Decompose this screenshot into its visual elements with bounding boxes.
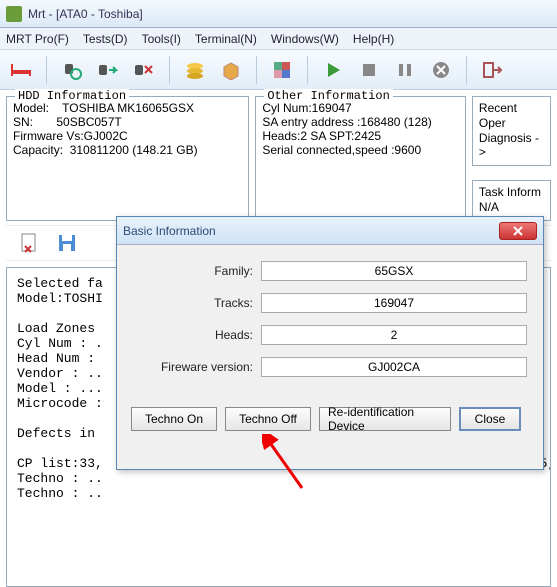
tracks-value: 169047 <box>261 293 527 313</box>
tracks-label: Tracks: <box>133 296 253 310</box>
hdd-info-panel: HDD Information Model: TOSHIBA MK16065GS… <box>6 96 249 221</box>
info-panels: HDD Information Model: TOSHIBA MK16065GS… <box>0 90 557 223</box>
task-info-panel: Task Inform N/A <box>472 180 551 221</box>
menu-windows[interactable]: Windows(W) <box>271 32 339 46</box>
save-icon[interactable] <box>54 230 80 256</box>
dialog-body: Family: 65GSX Tracks: 169047 Heads: 2 Fi… <box>117 245 543 399</box>
cancel-icon[interactable] <box>428 57 454 83</box>
fw-label: Fireware version: <box>133 360 253 374</box>
stop-icon[interactable] <box>356 57 382 83</box>
box-icon[interactable] <box>218 57 244 83</box>
heads-value: 2 <box>261 325 527 345</box>
other-sa: SA entry address :168480 (128) <box>262 115 459 129</box>
hdd-fw-label: Firmware Vs: <box>13 129 84 143</box>
other-legend: Other Information <box>264 89 392 103</box>
plug-connect-icon[interactable] <box>95 57 121 83</box>
main-toolbar <box>0 50 557 90</box>
pause-icon[interactable] <box>392 57 418 83</box>
family-label: Family: <box>133 264 253 278</box>
recent-line: Diagnosis -> <box>479 131 544 159</box>
dialog-buttons: Techno On Techno Off Re-identification D… <box>117 399 543 431</box>
hdd-sn-label: SN: <box>13 115 33 129</box>
other-serial: Serial connected,speed :9600 <box>262 143 459 157</box>
dialog-title: Basic Information <box>123 224 216 238</box>
menu-tests[interactable]: Tests(D) <box>83 32 128 46</box>
menu-bar: MRT Pro(F) Tests(D) Tools(I) Terminal(N)… <box>0 28 557 50</box>
plug-disconnect-icon[interactable] <box>131 57 157 83</box>
dialog-close-button[interactable] <box>499 222 537 240</box>
disk-stack-icon[interactable] <box>182 57 208 83</box>
hdd-sn-value: 50SBC057T <box>56 115 121 129</box>
doc-delete-icon[interactable] <box>16 230 42 256</box>
menu-mrt-pro[interactable]: MRT Pro(F) <box>6 32 69 46</box>
other-info-panel: Other Information Cyl Num:169047 SA entr… <box>255 96 466 221</box>
window-title: Mrt - [ATA0 - Toshiba] <box>28 7 143 21</box>
other-cyl: Cyl Num:169047 <box>262 101 459 115</box>
dialog-title-bar[interactable]: Basic Information <box>117 217 543 245</box>
hdd-model-label: Model: <box>13 101 49 115</box>
app-icon <box>6 6 22 22</box>
other-heads: Heads:2 SA SPT:2425 <box>262 129 459 143</box>
plug-refresh-icon[interactable] <box>59 57 85 83</box>
hdd-fw-value: GJ002C <box>84 129 128 143</box>
menu-tools[interactable]: Tools(I) <box>142 32 181 46</box>
recent-oper-panel: Recent Oper Diagnosis -> <box>472 96 551 166</box>
basic-info-dialog: Basic Information Family: 65GSX Tracks: … <box>116 216 544 470</box>
heads-label: Heads: <box>133 328 253 342</box>
hdd-legend: HDD Information <box>15 89 129 103</box>
hdd-model-value: TOSHIBA MK16065GSX <box>62 101 194 115</box>
menu-terminal[interactable]: Terminal(N) <box>195 32 257 46</box>
task-legend: Task Inform <box>479 185 541 199</box>
techno-off-button[interactable]: Techno Off <box>225 407 311 431</box>
techno-on-button[interactable]: Techno On <box>131 407 217 431</box>
reidentification-button[interactable]: Re-identification Device <box>319 407 451 431</box>
hdd-cap-value: 310811200 (148.21 GB) <box>70 143 198 157</box>
task-line: N/A <box>479 200 544 214</box>
family-value: 65GSX <box>261 261 527 281</box>
play-icon[interactable] <box>320 57 346 83</box>
bed-icon[interactable] <box>8 57 34 83</box>
exit-icon[interactable] <box>479 57 505 83</box>
title-bar: Mrt - [ATA0 - Toshiba] <box>0 0 557 28</box>
puzzle-icon[interactable] <box>269 57 295 83</box>
close-icon <box>511 225 525 237</box>
menu-help[interactable]: Help(H) <box>353 32 394 46</box>
hdd-cap-label: Capacity: <box>13 143 63 157</box>
close-button[interactable]: Close <box>459 407 521 431</box>
recent-legend: Recent Oper <box>479 101 517 130</box>
fw-value: GJ002CA <box>261 357 527 377</box>
